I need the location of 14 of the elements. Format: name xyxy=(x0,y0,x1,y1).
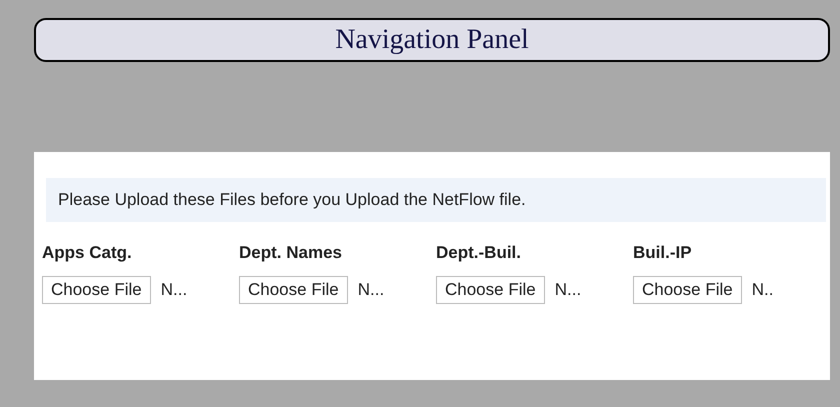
file-label: Dept.-Buil. xyxy=(436,242,521,264)
choose-file-button[interactable]: Choose File xyxy=(633,276,742,304)
file-status: N... xyxy=(358,278,384,301)
file-label: Buil.-IP xyxy=(633,242,692,264)
choose-file-button[interactable]: Choose File xyxy=(239,276,348,304)
file-status: N... xyxy=(554,278,582,301)
choose-file-button[interactable]: Choose File xyxy=(42,276,151,304)
panel-title: Navigation Panel xyxy=(34,18,830,62)
notice-banner: Please Upload these Files before you Upload the NetFlow file. xyxy=(46,178,826,222)
choose-file-button[interactable]: Choose File xyxy=(436,276,545,304)
file-status: N.. xyxy=(752,278,774,301)
file-status: N... xyxy=(160,278,188,301)
file-label: Apps Catg. xyxy=(42,242,132,264)
file-label: Dept. Names xyxy=(239,242,342,264)
